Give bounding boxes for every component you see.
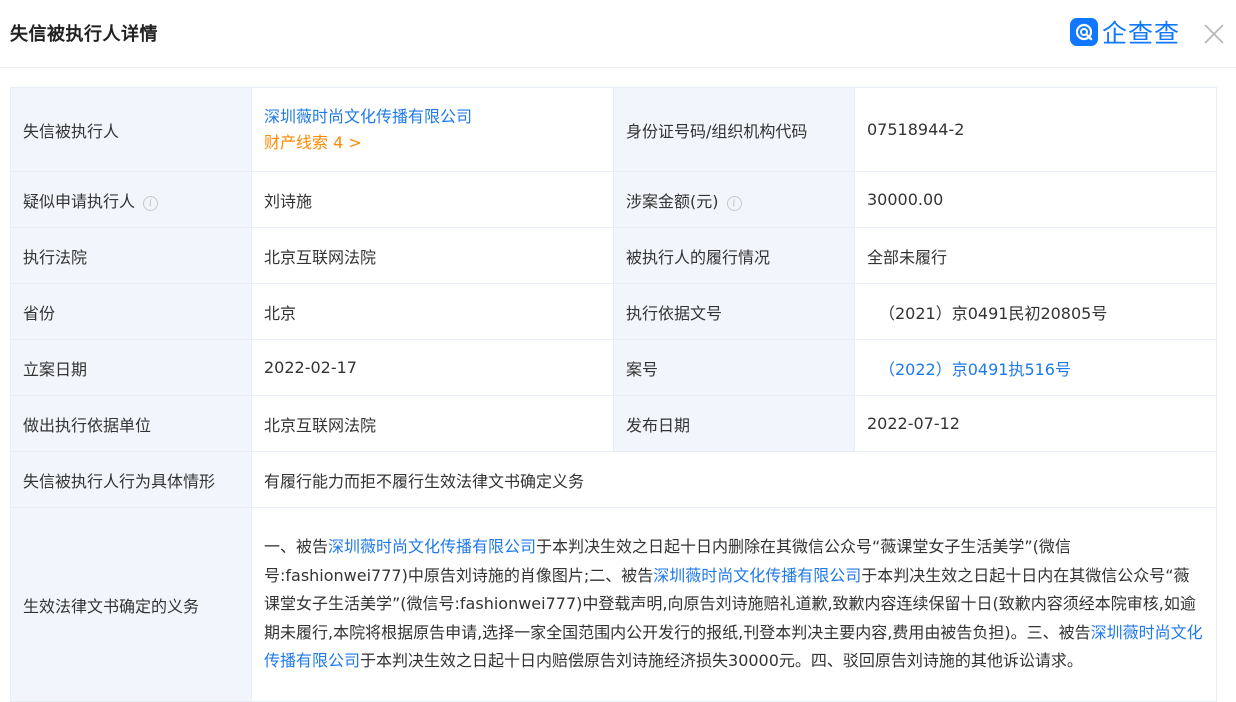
applicant-label: 疑似申请执行人 [23, 191, 136, 211]
behavior-label: 失信被执行人行为具体情形 [10, 451, 252, 508]
executee-company-link[interactable]: 深圳薇时尚文化传播有限公司 [264, 104, 601, 130]
issuer-label: 做出执行依据单位 [10, 395, 252, 452]
applicant-label-cell: 疑似申请执行人 i [10, 171, 252, 228]
table-row: 执行法院 北京互联网法院 被执行人的履行情况 全部未履行 [10, 227, 1217, 284]
table-row: 失信被执行人行为具体情形 有履行能力而拒不履行生效法律文书确定义务 [10, 451, 1217, 508]
close-button[interactable] [1200, 20, 1228, 48]
case-number-cell: （2022）京0491执516号 [854, 339, 1217, 396]
executee-value: 深圳薇时尚文化传播有限公司 财产线索 4 > [251, 87, 614, 172]
filing-date-value: 2022-02-17 [251, 339, 614, 396]
table-row: 做出执行依据单位 北京互联网法院 发布日期 2022-07-12 [10, 395, 1217, 452]
defendant-company-link[interactable]: 深圳薇时尚文化传播有限公司 [328, 537, 536, 556]
duty-text-part: 于本判决生效之日起十日内赔偿原告刘诗施经济损失30000元。四、驳回原告刘诗施的… [360, 651, 1083, 671]
id-code-value: 07518944-2 [854, 87, 1217, 172]
table-row: 失信被执行人 深圳薇时尚文化传播有限公司 财产线索 4 > 身份证号码/组织机构… [10, 87, 1217, 172]
amount-label: 涉案金额(元) [626, 191, 719, 211]
applicant-value: 刘诗施 [251, 171, 614, 228]
case-number-link[interactable]: （2022）京0491执516号 [879, 360, 1071, 379]
case-number-label: 案号 [613, 339, 855, 396]
table-row: 疑似申请执行人 i 刘诗施 涉案金额(元) i 30000.00 [10, 171, 1217, 228]
asset-clue-link[interactable]: 财产线索 4 > [264, 130, 601, 156]
province-label: 省份 [10, 283, 252, 340]
duty-label: 生效法律文书确定的义务 [10, 507, 252, 702]
issuer-value: 北京互联网法院 [251, 395, 614, 452]
detail-table: 失信被执行人 深圳薇时尚文化传播有限公司 财产线索 4 > 身份证号码/组织机构… [10, 87, 1217, 702]
table-row: 生效法律文书确定的义务 一、被告深圳薇时尚文化传播有限公司于本判决生效之日起十日… [10, 507, 1217, 702]
id-code-label: 身份证号码/组织机构代码 [613, 87, 855, 172]
info-icon[interactable]: i [143, 195, 159, 211]
behavior-value: 有履行能力而拒不履行生效法律文书确定义务 [251, 451, 1217, 508]
court-value: 北京互联网法院 [251, 227, 614, 284]
duty-value: 一、被告深圳薇时尚文化传播有限公司于本判决生效之日起十日内删除在其微信公众号“薇… [251, 507, 1217, 702]
province-value: 北京 [251, 283, 614, 340]
executee-label: 失信被执行人 [10, 87, 252, 172]
defendant-company-link[interactable]: 深圳薇时尚文化传播有限公司 [653, 566, 861, 585]
performance-status-value: 全部未履行 [854, 227, 1217, 284]
publish-date-value: 2022-07-12 [854, 395, 1217, 452]
table-row: 立案日期 2022-02-17 案号 （2022）京0491执516号 [10, 339, 1217, 396]
brand-name: 企查查 [1102, 19, 1181, 48]
brand: 企查查 [1070, 16, 1180, 48]
court-label: 执行法院 [10, 227, 252, 284]
performance-status-label: 被执行人的履行情况 [613, 227, 855, 284]
basis-number-label: 执行依据文号 [613, 283, 855, 340]
info-icon[interactable]: i [726, 195, 742, 211]
publish-date-label: 发布日期 [613, 395, 855, 452]
amount-value: 30000.00 [854, 171, 1217, 228]
filing-date-label: 立案日期 [10, 339, 252, 396]
close-icon [1204, 24, 1224, 44]
page-title: 失信被执行人详情 [10, 24, 158, 45]
qichacha-logo-icon [1070, 18, 1098, 46]
basis-number-value: （2021）京0491民初20805号 [854, 283, 1217, 340]
amount-label-cell: 涉案金额(元) i [613, 171, 855, 228]
table-row: 省份 北京 执行依据文号 （2021）京0491民初20805号 [10, 283, 1217, 340]
page-header: 失信被执行人详情 企查查 [0, 0, 1236, 68]
duty-text-part: 一、被告 [264, 537, 329, 557]
